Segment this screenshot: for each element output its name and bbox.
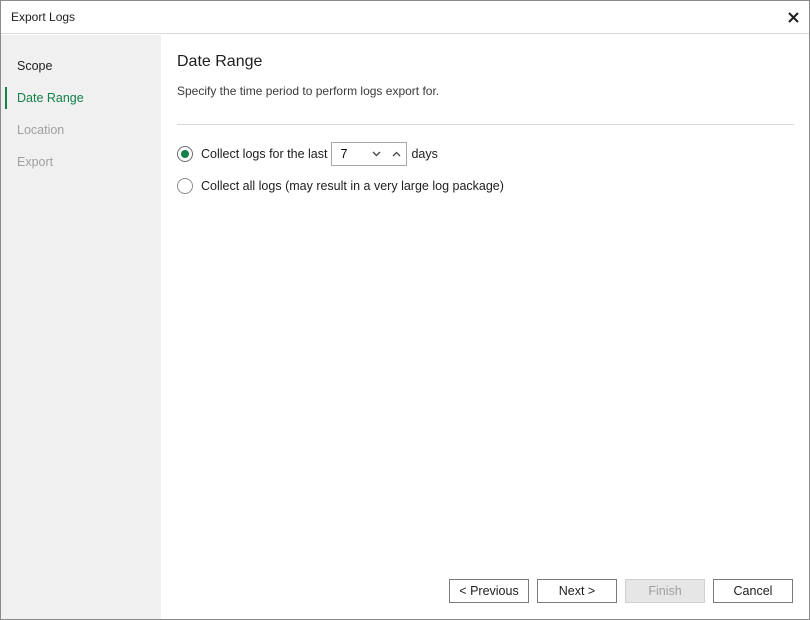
next-button[interactable]: Next > <box>537 579 617 603</box>
increment-button[interactable] <box>386 143 406 165</box>
close-icon <box>787 11 799 23</box>
all-logs-label[interactable]: Collect all logs (may result in a very l… <box>201 179 504 193</box>
page-title: Date Range <box>177 53 263 70</box>
export-logs-dialog: Export Logs Scope Date Range Location Ex… <box>0 0 810 620</box>
days-stepper[interactable] <box>331 142 408 166</box>
chevron-down-icon <box>372 151 381 157</box>
option-last-days-row: Collect logs for the last days <box>177 142 438 166</box>
step-location: Location <box>17 123 65 137</box>
step-export: Export <box>17 155 54 169</box>
chevron-up-icon <box>392 151 401 157</box>
decrement-button[interactable] <box>366 143 386 165</box>
finish-button: Finish <box>625 579 705 603</box>
option-all-logs-row: Collect all logs (may result in a very l… <box>177 178 504 194</box>
wizard-steps-sidebar: Scope Date Range Location Export <box>1 35 161 619</box>
step-scope[interactable]: Scope <box>17 59 52 73</box>
main-content: Date Range Specify the time period to pe… <box>161 35 809 619</box>
step-date-range[interactable]: Date Range <box>17 91 84 105</box>
header-divider <box>177 124 794 125</box>
days-input[interactable] <box>332 147 367 161</box>
days-suffix: days <box>411 147 438 161</box>
radio-last-days[interactable] <box>177 146 193 162</box>
window-title: Export Logs <box>11 10 76 24</box>
page-description: Specify the time period to perform logs … <box>177 84 440 98</box>
radio-all-logs[interactable] <box>177 178 193 194</box>
previous-button[interactable]: < Previous <box>449 579 529 603</box>
cancel-button[interactable]: Cancel <box>713 579 793 603</box>
last-days-label[interactable]: Collect logs for the last <box>201 147 327 161</box>
title-bar: Export Logs <box>1 1 809 34</box>
close-button[interactable] <box>781 5 805 29</box>
active-step-indicator <box>5 87 7 109</box>
radio-selected-dot <box>181 150 189 158</box>
